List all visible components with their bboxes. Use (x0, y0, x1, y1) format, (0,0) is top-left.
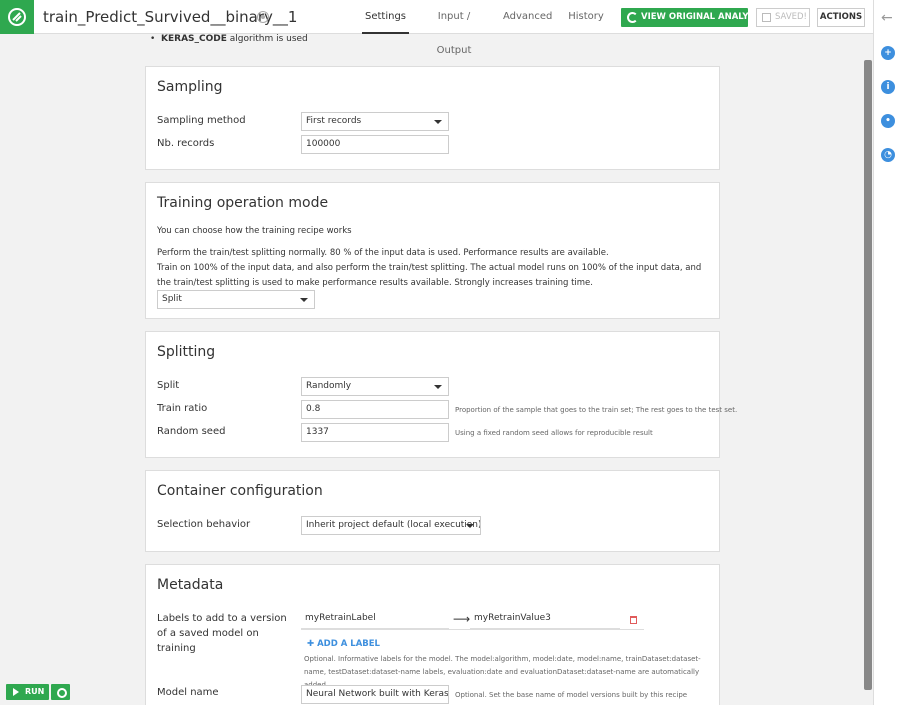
add-circle-icon[interactable]: + (881, 46, 895, 60)
trash-icon[interactable] (630, 616, 637, 624)
split-label: Split (157, 380, 180, 391)
clock-icon[interactable]: ◔ (881, 148, 895, 162)
saved-label: SAVED! (775, 12, 807, 22)
tab-history[interactable]: History (566, 0, 606, 34)
labels-label: Labels to add to a version of a saved mo… (157, 613, 287, 654)
tab-settings[interactable]: Settings (362, 0, 409, 34)
selection-behavior-select[interactable]: Inherit project default (local execution… (301, 516, 481, 535)
train-ratio-hint: Proportion of the sample that goes to th… (455, 406, 738, 414)
splitting-panel: Splitting Split Randomly Train ratio 0.8… (145, 331, 737, 458)
model-name-label: Model name (157, 687, 219, 698)
algorithm-bullet: • KERAS_CODE algorithm is used (150, 34, 308, 44)
training-mode-intro: You can choose how the training recipe w… (157, 226, 352, 236)
split-select[interactable]: Randomly (301, 377, 449, 396)
model-name-hint: Optional. Set the base name of model ver… (455, 691, 688, 699)
view-original-analysis-label: VIEW ORIGINAL ANALYSIS (641, 12, 764, 22)
tab-input-output[interactable]: Input / Output (420, 0, 488, 56)
run-button[interactable]: RUN (6, 684, 49, 700)
view-original-analysis-button[interactable]: VIEW ORIGINAL ANALYSIS (621, 8, 764, 27)
sampling-method-label: Sampling method (157, 115, 246, 126)
saved-button[interactable]: SAVED! (756, 8, 810, 27)
save-icon (762, 13, 771, 22)
model-name-input[interactable]: Neural Network built with Keras (s1) (301, 685, 449, 704)
add-label-button[interactable]: ✚ ADD A LABEL (307, 639, 380, 649)
play-icon (13, 688, 19, 696)
random-seed-hint: Using a fixed random seed allows for rep… (455, 429, 653, 437)
training-mode-select[interactable]: Split (157, 290, 315, 309)
selection-behavior-label: Selection behavior (157, 519, 251, 530)
splitting-title: Splitting (157, 344, 216, 360)
run-label: RUN (25, 687, 45, 696)
add-label-text: ADD A LABEL (317, 639, 380, 649)
metadata-panel: Metadata Labels to add to a version of a… (145, 564, 720, 705)
refresh-icon (627, 12, 638, 23)
tab-advanced[interactable]: Advanced (503, 0, 552, 34)
train-ratio-input[interactable]: 0.8 (301, 400, 449, 419)
nb-records-input[interactable]: 100000 (301, 135, 449, 154)
random-seed-label: Random seed (157, 426, 226, 437)
top-bar: train_Predict_Survived__binary__1 Settin… (0, 0, 873, 56)
sampling-method-select[interactable]: First records (301, 112, 449, 131)
right-rail: ← + i • ◔ (873, 0, 900, 705)
info-icon[interactable]: i (881, 80, 895, 94)
training-mode-line2: Train on 100% of the input data, and als… (157, 263, 702, 288)
gear-icon[interactable] (51, 684, 70, 700)
container-panel: Container configuration Selection behavi… (145, 470, 720, 552)
label-row-divider (301, 629, 644, 630)
actions-button[interactable]: ACTIONS (817, 8, 865, 27)
sampling-panel: Sampling Sampling method First records N… (145, 66, 720, 170)
nb-records-label: Nb. records (157, 138, 215, 149)
chat-icon[interactable]: • (881, 114, 895, 128)
label-value-input[interactable]: myRetrainValue3 (470, 610, 620, 629)
algorithm-name: KERAS_CODE (161, 34, 227, 44)
training-mode-line1: Perform the train/test splitting normall… (157, 248, 609, 258)
container-title: Container configuration (157, 483, 323, 499)
plus-icon: ✚ (307, 639, 315, 649)
training-mode-title: Training operation mode (157, 195, 329, 211)
back-arrow-icon[interactable]: ← (881, 10, 893, 26)
sampling-title: Sampling (157, 79, 223, 95)
edit-icon[interactable] (257, 11, 269, 23)
training-mode-panel: Training operation mode You can choose h… (145, 182, 720, 319)
algorithm-suffix: algorithm is used (229, 34, 308, 44)
recipe-logo-icon[interactable] (0, 0, 34, 34)
metadata-title: Metadata (157, 577, 224, 593)
random-seed-input[interactable]: 1337 (301, 423, 449, 442)
arrow-right-icon: ⟶ (453, 612, 471, 626)
vertical-scrollbar[interactable] (864, 60, 872, 690)
label-key-input[interactable]: myRetrainLabel (301, 610, 449, 629)
train-ratio-label: Train ratio (157, 403, 208, 414)
